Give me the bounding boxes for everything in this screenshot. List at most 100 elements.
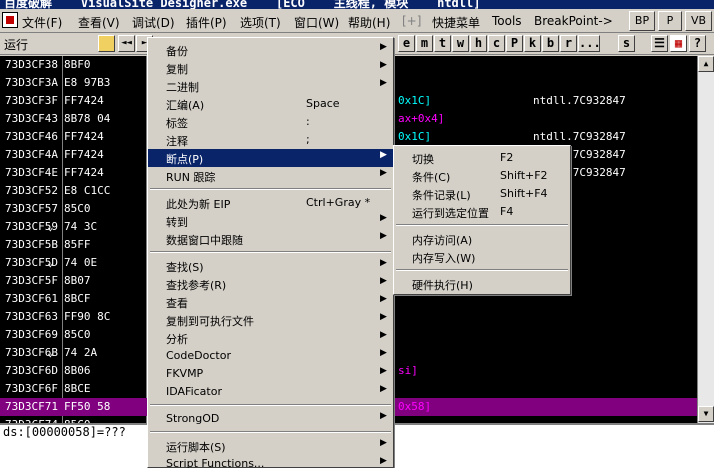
context-menu-item[interactable]: FKVMP ▶	[148, 365, 393, 383]
context-menu-item[interactable]: IDAFicator ▶	[148, 383, 393, 401]
context-menu-item[interactable]: RUN 跟踪 ▶	[148, 167, 393, 185]
open-icon[interactable]	[98, 35, 115, 52]
scroll-up-icon[interactable]: ▲	[698, 56, 714, 72]
menu-tools[interactable]: Tools	[492, 14, 522, 28]
menu-shortcut[interactable]: 快捷菜单	[432, 14, 480, 31]
menu-separator	[150, 404, 391, 406]
menu-separator	[150, 251, 391, 253]
tb-h[interactable]: h	[470, 35, 487, 52]
context-menu-label: 数据窗口中跟随	[166, 234, 243, 247]
breakpoint-menu-shortcut: Shift+F4	[500, 187, 548, 200]
disasm-dis: 0x1C]	[398, 130, 432, 143]
tb-k[interactable]: k	[524, 35, 541, 52]
info-text: ds:[00000058]=???	[3, 425, 126, 439]
disasm-addr: 73D3CF5B	[5, 238, 58, 251]
tb-c[interactable]: c	[488, 35, 505, 52]
tb-t[interactable]: t	[434, 35, 451, 52]
disasm-jmp: ⌄	[47, 256, 54, 269]
disasm-hex: FF50 58	[64, 400, 111, 413]
disasm-hex: 85C0	[64, 328, 91, 341]
help-icon[interactable]: ?	[689, 35, 706, 52]
menu-breakpoint[interactable]: BreakPoint->	[534, 14, 613, 28]
menu-options[interactable]: 选项(T)	[240, 14, 281, 31]
menu-window[interactable]: 窗口(W)	[294, 14, 339, 31]
breakpoint-menu-label: 切换	[412, 153, 434, 166]
context-menu-label: 查找参考(R)	[166, 279, 227, 292]
context-menu-item[interactable]: 复制 ▶	[148, 59, 393, 77]
tb-more[interactable]: ...	[578, 35, 601, 52]
disasm-addr: 73D3CF43	[5, 112, 58, 125]
tb-s[interactable]: s	[618, 35, 635, 52]
disasm-hex: 85FF	[64, 238, 91, 251]
breakpoint-menu-shortcut: F4	[500, 205, 514, 218]
context-menu-item[interactable]: 此处为新 EIP Ctrl+Gray *	[148, 194, 393, 212]
menu-debug[interactable]: 调试(D)	[132, 14, 175, 31]
context-menu-item[interactable]: 汇编(A) Space	[148, 95, 393, 113]
menu-file[interactable]: 文件(F)	[22, 14, 62, 31]
tb-w[interactable]: w	[452, 35, 469, 52]
context-menu-item[interactable]: 查看 ▶	[148, 293, 393, 311]
context-menu-label: 复制	[166, 63, 188, 76]
breakpoint-menu-item[interactable]: 内存写入(W)	[394, 248, 570, 266]
tb-p[interactable]: P	[506, 35, 523, 52]
menu-separator	[150, 431, 391, 433]
submenu-arrow-icon: ▶	[380, 168, 387, 178]
context-menu-item[interactable]: 复制到可执行文件 ▶	[148, 311, 393, 329]
submenu-arrow-icon: ▶	[380, 276, 387, 286]
scroll-down-icon[interactable]: ▼	[698, 406, 714, 422]
p-button[interactable]: P	[658, 11, 682, 31]
rewind-icon[interactable]: ◄◄	[118, 35, 135, 52]
tb-r[interactable]: r	[560, 35, 577, 52]
vertical-scrollbar[interactable]: ▲ ▼	[697, 56, 714, 423]
grid-icon[interactable]: ▦	[670, 35, 687, 52]
breakpoint-menu-label: 条件(C)	[412, 171, 451, 184]
context-menu-label: StrongOD	[166, 412, 220, 425]
bp-button[interactable]: BP	[629, 11, 655, 31]
context-menu-item[interactable]: 查找(S) ▶	[148, 257, 393, 275]
context-menu-item[interactable]: 运行脚本(S) ▶	[148, 437, 393, 455]
menu-help[interactable]: 帮助(H)	[348, 14, 390, 31]
list-icon[interactable]: ☰	[651, 35, 668, 52]
context-menu-label: 二进制	[166, 81, 199, 94]
disasm-dis: 0x1C]	[398, 94, 432, 107]
context-menu-item[interactable]: CodeDoctor ▶	[148, 347, 393, 365]
context-menu-item[interactable]: 查找参考(R) ▶	[148, 275, 393, 293]
breakpoint-menu-item[interactable]: 条件记录(L) Shift+F4	[394, 185, 570, 203]
menu-plus[interactable]: [+]	[402, 14, 421, 28]
context-menu-label: 断点(P)	[166, 153, 204, 166]
breakpoint-menu-item[interactable]: 运行到选定位置 F4	[394, 203, 570, 221]
context-menu-item[interactable]: 注释;	[148, 131, 393, 149]
breakpoint-menu-item[interactable]: 切换 F2	[394, 149, 570, 167]
context-menu-item[interactable]: 备份 ▶	[148, 41, 393, 59]
breakpoint-menu-label: 硬件执行(H)	[412, 279, 473, 292]
context-menu-shortcut: ;	[306, 133, 310, 146]
submenu-arrow-icon: ▶	[380, 384, 387, 394]
context-menu-item[interactable]: 转到 ▶	[148, 212, 393, 230]
menu-plugins[interactable]: 插件(P)	[186, 14, 227, 31]
context-menu-item[interactable]: 分析 ▶	[148, 329, 393, 347]
tb-m[interactable]: m	[416, 35, 433, 52]
breakpoint-menu-item[interactable]: 硬件执行(H)	[394, 275, 570, 293]
disasm-dis: ax+0x4]	[398, 112, 445, 125]
menu-separator	[396, 269, 568, 271]
context-menu-item[interactable]: 二进制 ▶	[148, 77, 393, 95]
context-menu-label: FKVMP	[166, 367, 204, 380]
context-menu-item[interactable]: 标签:	[148, 113, 393, 131]
tb-e[interactable]: e	[398, 35, 415, 52]
context-menu-item[interactable]: 数据窗口中跟随 ▶	[148, 230, 393, 248]
disasm-addr: 73D3CF61	[5, 292, 58, 305]
disasm-dis: 0x58]	[398, 400, 432, 413]
disasm-hex: 74 3C	[64, 220, 98, 233]
context-menu-item[interactable]: StrongOD ▶	[148, 410, 393, 428]
disasm-addr: 73D3CF5F	[5, 274, 58, 287]
tb-b[interactable]: b	[542, 35, 559, 52]
submenu-arrow-icon: ▶	[380, 78, 387, 88]
menu-view[interactable]: 查看(V)	[78, 14, 120, 31]
title-bar: 百度破解 VisualSite Designer.exe [ECO 主线程, 模…	[0, 0, 714, 9]
context-menu-item[interactable]: Script Functions... ▶	[148, 455, 393, 468]
breakpoint-menu-item[interactable]: 内存访问(A)	[394, 230, 570, 248]
context-menu-item[interactable]: 断点(P) ▶	[148, 149, 393, 167]
breakpoint-menu-item[interactable]: 条件(C) Shift+F2	[394, 167, 570, 185]
vb-button[interactable]: VB	[685, 11, 712, 31]
app-icon[interactable]	[2, 12, 18, 28]
